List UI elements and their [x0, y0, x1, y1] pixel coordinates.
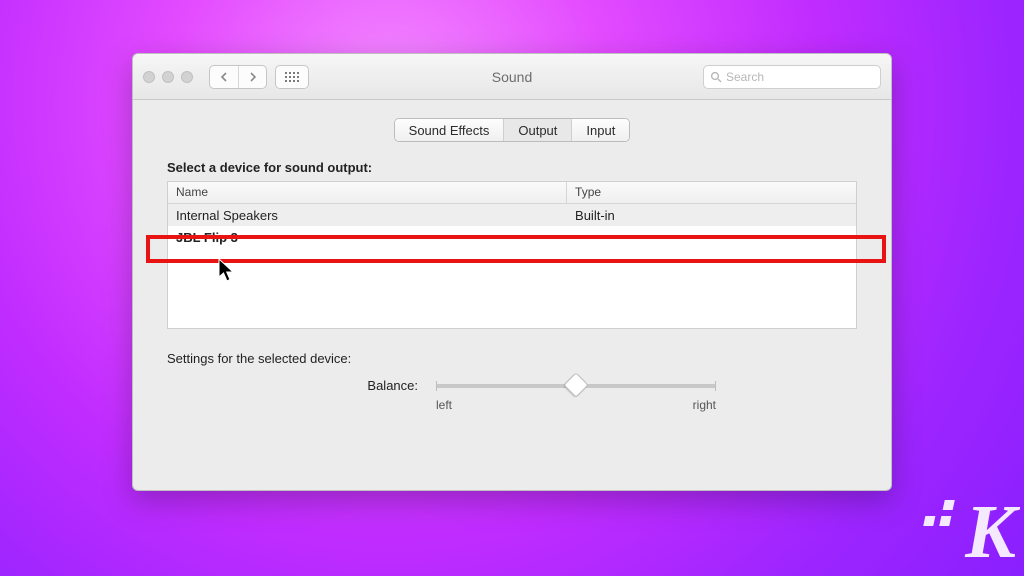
close-window-button[interactable]: [143, 71, 155, 83]
back-button[interactable]: [210, 66, 238, 88]
watermark: K: [965, 494, 1014, 570]
settings-heading: Settings for the selected device:: [167, 351, 891, 366]
grid-icon: [285, 72, 299, 82]
search-icon: [710, 71, 722, 83]
output-heading: Select a device for sound output:: [167, 160, 891, 175]
slider-tick-left: [436, 381, 437, 391]
tabs: Sound Effects Output Input: [133, 118, 891, 142]
nav-back-forward: [209, 65, 267, 89]
column-name[interactable]: Name: [168, 182, 567, 203]
window-controls: [143, 71, 193, 83]
search-input[interactable]: [726, 70, 874, 84]
balance-right-label: right: [693, 398, 716, 412]
background: Sound Sound Effects Output Input Select …: [0, 0, 1024, 576]
balance-left-label: left: [436, 398, 452, 412]
zoom-window-button[interactable]: [181, 71, 193, 83]
device-name: JBL Flip 3: [168, 230, 567, 245]
tab-output[interactable]: Output: [503, 119, 571, 141]
preferences-window: Sound Sound Effects Output Input Select …: [132, 53, 892, 491]
device-type: Built-in: [567, 208, 856, 223]
slider-endpoint-labels: left right: [436, 398, 716, 412]
device-name: Internal Speakers: [168, 208, 567, 223]
tab-input[interactable]: Input: [571, 119, 629, 141]
minimize-window-button[interactable]: [162, 71, 174, 83]
balance-slider[interactable]: left right: [436, 376, 716, 412]
show-all-button[interactable]: [275, 65, 309, 89]
slider-track: [436, 384, 716, 388]
device-row[interactable]: Internal Speakers Built-in: [168, 204, 856, 226]
titlebar: Sound: [133, 54, 891, 100]
chevron-right-icon: [249, 72, 257, 82]
slider-thumb[interactable]: [563, 372, 588, 397]
column-type[interactable]: Type: [567, 182, 856, 203]
balance-label: Balance:: [308, 376, 418, 393]
watermark-letter: K: [965, 490, 1014, 574]
chevron-left-icon: [220, 72, 228, 82]
tab-sound-effects[interactable]: Sound Effects: [395, 119, 504, 141]
output-device-list: Name Type Internal Speakers Built-in JBL…: [167, 181, 857, 329]
list-header: Name Type: [168, 182, 856, 204]
forward-button[interactable]: [238, 66, 266, 88]
device-row[interactable]: JBL Flip 3: [168, 226, 856, 248]
search-field[interactable]: [703, 65, 881, 89]
watermark-dots-icon: [923, 500, 955, 526]
segmented-tabs: Sound Effects Output Input: [394, 118, 631, 142]
balance-control: Balance: left right: [133, 376, 891, 412]
slider-tick-right: [715, 381, 716, 391]
